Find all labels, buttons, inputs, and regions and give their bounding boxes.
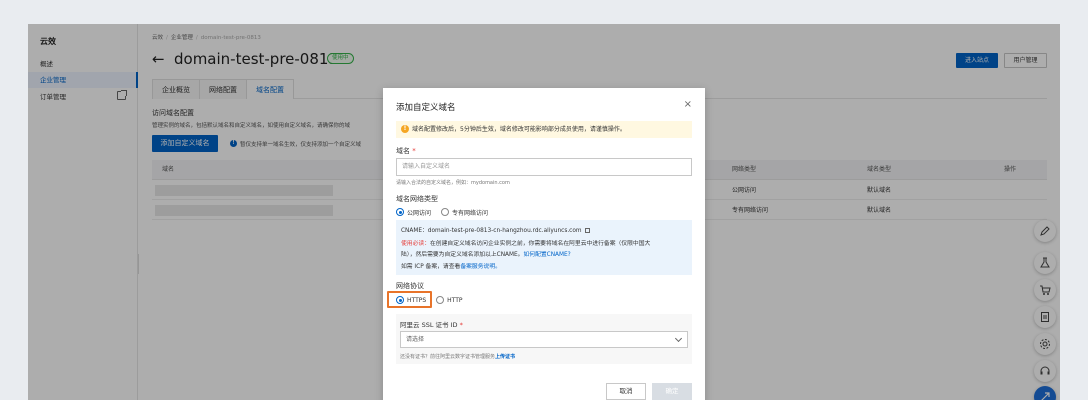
copy-icon[interactable] xyxy=(584,228,590,233)
warning-text: 域名配置修改后，5分钟后生效，域名修改可能影响部分成员使用，请谨慎操作。 xyxy=(412,126,626,133)
dialog-title: 添加自定义域名 xyxy=(396,103,456,113)
warning-icon: ! xyxy=(401,125,409,133)
public-network-radio[interactable] xyxy=(396,208,404,216)
http-radio[interactable] xyxy=(436,296,445,304)
cancel-button[interactable]: 取消 xyxy=(606,383,646,400)
private-network-radio[interactable] xyxy=(441,208,450,216)
https-radio[interactable] xyxy=(396,296,404,304)
cname-notice-line: 使用必读：在创建自定义域名访问企业实例之前，你需要将域名在阿里云中进行备案（仅限… xyxy=(401,241,651,247)
protocol-label: 网络协议 xyxy=(396,282,424,290)
icp-notice-line: 如需 ICP 备案，请查看备案服务说明。 xyxy=(401,264,501,270)
radio-label: 专有网络访问 xyxy=(452,209,489,217)
warning-banner: ! 域名配置修改后，5分钟后生效，域名修改可能影响部分成员使用，请谨慎操作。 xyxy=(396,121,692,138)
cname-info-box: CNAME：domain-test-pre-0813-cn-hangzhou.r… xyxy=(396,220,692,275)
domain-label: 域名 * xyxy=(396,147,416,155)
domain-input[interactable]: 请输入自定义域名 xyxy=(396,158,692,176)
cname-help-link[interactable]: 如何配置CNAME? xyxy=(523,252,570,258)
certificate-section: 阿里云 SSL 证书 ID * 请选择 还没有证书？前往阿里云数字证书管理服务上… xyxy=(396,314,692,364)
cert-select[interactable]: 请选择 xyxy=(400,331,688,348)
chevron-down-icon xyxy=(674,334,683,343)
domain-hint: 请输入合法的自定义域名，例如：mydomain.com xyxy=(396,180,510,186)
upload-cert-link[interactable]: 上传证书 xyxy=(495,354,515,360)
cname-text: CNAME：domain-test-pre-0813-cn-hangzhou.r… xyxy=(401,225,590,234)
icp-help-link[interactable]: 备案服务说明。 xyxy=(460,264,501,270)
close-icon[interactable]: × xyxy=(684,100,692,110)
protocol-radio-group: HTTPS HTTP xyxy=(396,295,473,305)
confirm-button[interactable]: 确定 xyxy=(652,383,692,400)
radio-label: HTTP xyxy=(447,296,463,304)
radio-label: 公网访问 xyxy=(407,209,432,217)
cert-select-value: 请选择 xyxy=(406,336,425,343)
network-type-radio-group: 公网访问 专有网络访问 xyxy=(396,207,498,217)
cname-notice-line: 陆），然后需要为自定义域名添加以上CNAME。如何配置CNAME? xyxy=(401,252,571,258)
add-domain-dialog: 添加自定义域名 × ! 域名配置修改后，5分钟后生效，域名修改可能影响部分成员使… xyxy=(383,88,705,400)
network-type-label: 域名网络类型 xyxy=(396,195,438,203)
cert-hint: 还没有证书？前往阿里云数字证书管理服务上传证书 xyxy=(400,354,516,360)
radio-label: HTTPS xyxy=(407,296,427,304)
cert-label: 阿里云 SSL 证书 ID * xyxy=(400,321,463,329)
